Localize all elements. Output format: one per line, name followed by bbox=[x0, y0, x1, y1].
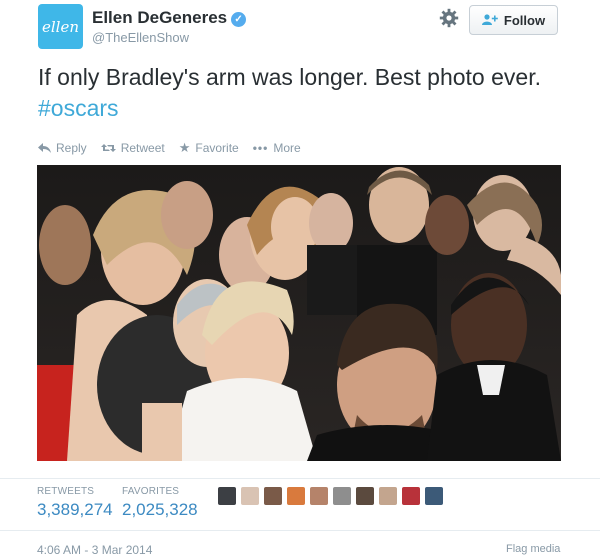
tweet-photo[interactable] bbox=[37, 165, 561, 461]
favoriter-avatar[interactable] bbox=[310, 487, 328, 505]
retweets-count[interactable]: 3,389,274 bbox=[37, 500, 113, 520]
favoriter-avatar[interactable] bbox=[218, 487, 236, 505]
favoriter-avatar[interactable] bbox=[287, 487, 305, 505]
favorite-label: Favorite bbox=[195, 141, 239, 155]
tweet-text: If only Bradley's arm was longer. Best p… bbox=[38, 62, 578, 124]
favoriter-avatar[interactable] bbox=[241, 487, 259, 505]
follow-label: Follow bbox=[503, 12, 546, 28]
tweet-text-body: If only Bradley's arm was longer. Best p… bbox=[38, 64, 541, 90]
retweet-icon bbox=[100, 144, 116, 152]
favoriter-avatar[interactable] bbox=[356, 487, 374, 505]
tweet-timestamp[interactable]: 4:06 AM - 3 Mar 2014 bbox=[37, 543, 152, 557]
more-action[interactable]: ••• More bbox=[253, 140, 301, 156]
favoriter-avatar[interactable] bbox=[379, 487, 397, 505]
reply-action[interactable]: Reply bbox=[38, 140, 87, 156]
verified-badge-icon: ✓ bbox=[231, 12, 247, 27]
favoriter-avatar[interactable] bbox=[425, 487, 443, 505]
user-name[interactable]: Ellen DeGeneres bbox=[92, 8, 227, 27]
user-handle[interactable]: @TheEllenShow bbox=[92, 30, 189, 45]
avatar-logo-text: ellen bbox=[41, 17, 79, 36]
favoriter-avatar[interactable] bbox=[402, 487, 420, 505]
favorite-action[interactable]: ★ Favorite bbox=[179, 140, 239, 156]
user-name-row[interactable]: Ellen DeGeneres ✓ bbox=[92, 8, 247, 28]
retweet-action[interactable]: Retweet bbox=[100, 140, 165, 156]
tweet-stats: RETWEETS 3,389,274 FAVORITES 2,025,328 bbox=[0, 478, 600, 519]
tweet-footer: 4:06 AM - 3 Mar 2014 Flag media bbox=[0, 530, 600, 557]
favorites-label: FAVORITES bbox=[122, 486, 180, 497]
star-icon: ★ bbox=[178, 140, 191, 155]
favoriters-avatars bbox=[218, 487, 443, 505]
more-dots-icon: ••• bbox=[252, 141, 269, 155]
follow-button[interactable]: Follow bbox=[469, 5, 558, 35]
avatar[interactable]: ellen bbox=[38, 4, 83, 49]
tweet-card: ellen Ellen DeGeneres ✓ @TheEllenShow Fol… bbox=[0, 0, 600, 557]
retweets-label: RETWEETS bbox=[37, 486, 95, 497]
retweet-label: Retweet bbox=[120, 141, 165, 155]
flag-media-link[interactable]: Flag media bbox=[506, 543, 560, 555]
add-user-icon bbox=[481, 14, 498, 25]
more-label: More bbox=[273, 141, 301, 155]
favorites-count[interactable]: 2,025,328 bbox=[122, 500, 198, 520]
favoriter-avatar[interactable] bbox=[333, 487, 351, 505]
reply-label: Reply bbox=[56, 141, 87, 155]
hashtag-link[interactable]: #oscars bbox=[38, 95, 119, 121]
tweet-actions: Reply Retweet ★ Favorite ••• More bbox=[38, 140, 301, 156]
gear-icon[interactable] bbox=[439, 8, 459, 28]
reply-icon bbox=[38, 143, 51, 153]
favoriter-avatar[interactable] bbox=[264, 487, 282, 505]
